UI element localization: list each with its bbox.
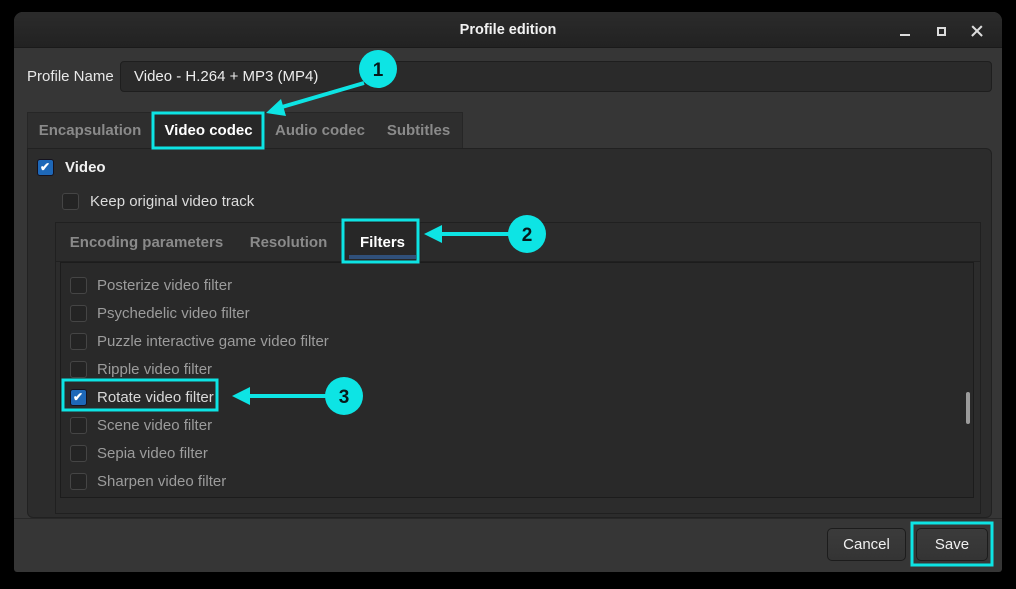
- video-checkbox-label: Video: [65, 159, 106, 176]
- keep-original-checkbox[interactable]: [62, 193, 79, 210]
- filter-row-ripple[interactable]: Ripple video filter: [61, 355, 973, 383]
- close-button[interactable]: [966, 20, 988, 42]
- filter-checkbox[interactable]: [70, 333, 87, 350]
- tab-video-codec[interactable]: Video codec: [152, 113, 265, 148]
- titlebar[interactable]: Profile edition: [14, 12, 1002, 48]
- subtab-encoding-parameters[interactable]: Encoding parameters: [60, 223, 233, 261]
- minimize-button[interactable]: [894, 20, 916, 42]
- cancel-button[interactable]: Cancel: [827, 528, 906, 561]
- subtab-filters[interactable]: Filters: [344, 223, 421, 261]
- filter-row-posterize[interactable]: Posterize video filter: [61, 271, 973, 299]
- profile-name-label: Profile Name: [27, 61, 114, 92]
- filter-checkbox[interactable]: [70, 361, 87, 378]
- screen: Profile edition Profile Name Encapsulati…: [0, 0, 1016, 589]
- filter-label: Puzzle interactive game video filter: [97, 333, 329, 350]
- filter-label: Rotate video filter: [97, 389, 214, 406]
- filter-label: Psychedelic video filter: [97, 305, 250, 322]
- video-checkbox-row[interactable]: Video: [37, 159, 106, 176]
- filter-label: Sharpen video filter: [97, 473, 226, 490]
- dialog-divider: [14, 518, 1002, 519]
- minimize-icon: [900, 34, 910, 36]
- filter-row-sepia[interactable]: Sepia video filter: [61, 439, 973, 467]
- filter-checkbox-checked[interactable]: [70, 389, 87, 406]
- filter-row-psychedelic[interactable]: Psychedelic video filter: [61, 299, 973, 327]
- filter-row-rotate[interactable]: Rotate video filter: [61, 383, 973, 411]
- filter-label: Ripple video filter: [97, 361, 212, 378]
- filter-list[interactable]: Posterize video filter Psychedelic video…: [60, 262, 974, 498]
- filter-checkbox[interactable]: [70, 305, 87, 322]
- main-tab-bar: Encapsulation Video codec Audio codec Su…: [27, 112, 463, 149]
- tab-audio-codec[interactable]: Audio codec: [265, 113, 375, 148]
- filter-checkbox[interactable]: [70, 473, 87, 490]
- maximize-button[interactable]: [930, 20, 952, 42]
- active-tab-underline: [349, 255, 416, 259]
- save-button[interactable]: Save: [916, 528, 988, 561]
- tab-subtitles[interactable]: Subtitles: [375, 113, 462, 148]
- filter-checkbox[interactable]: [70, 445, 87, 462]
- scrollbar-thumb[interactable]: [966, 392, 970, 424]
- filter-row-puzzle[interactable]: Puzzle interactive game video filter: [61, 327, 973, 355]
- video-checkbox[interactable]: [37, 159, 54, 176]
- filter-label: Posterize video filter: [97, 277, 232, 294]
- keep-original-label: Keep original video track: [90, 193, 254, 210]
- video-options-frame: Encoding parameters Resolution Filters P…: [55, 222, 981, 514]
- subtab-filters-label: Filters: [360, 234, 405, 251]
- subtab-resolution[interactable]: Resolution: [233, 223, 344, 261]
- maximize-icon: [937, 27, 946, 36]
- filter-checkbox[interactable]: [70, 417, 87, 434]
- filter-checkbox[interactable]: [70, 277, 87, 294]
- tab-encapsulation[interactable]: Encapsulation: [28, 113, 152, 148]
- sub-tab-bar: Encoding parameters Resolution Filters: [56, 223, 980, 262]
- close-icon: [971, 25, 983, 37]
- filter-row-scene[interactable]: Scene video filter: [61, 411, 973, 439]
- filter-label: Scene video filter: [97, 417, 212, 434]
- keep-original-checkbox-row[interactable]: Keep original video track: [62, 193, 254, 210]
- profile-edition-dialog: Profile edition Profile Name Encapsulati…: [14, 12, 1002, 572]
- filter-row-sharpen[interactable]: Sharpen video filter: [61, 467, 973, 495]
- filter-label: Sepia video filter: [97, 445, 208, 462]
- profile-name-input[interactable]: [120, 61, 992, 92]
- window-title: Profile edition: [14, 12, 1002, 48]
